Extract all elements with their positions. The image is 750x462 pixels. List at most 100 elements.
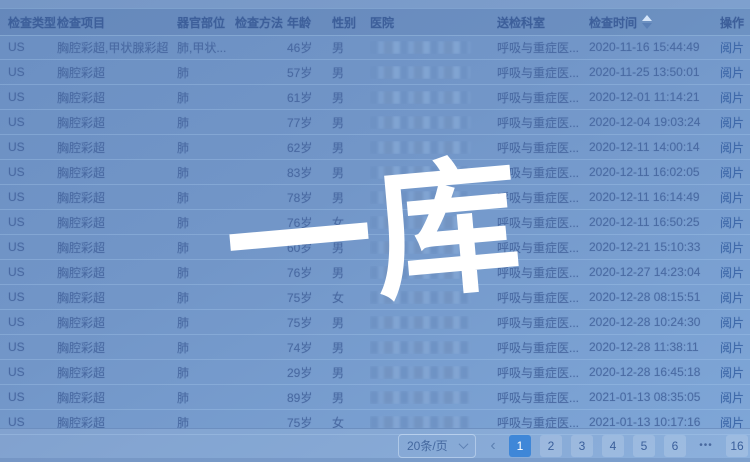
column-header-dept: 送检科室 xyxy=(497,14,589,31)
page-button-1[interactable]: 1 xyxy=(509,435,531,457)
more-pages-button[interactable]: ••• xyxy=(695,435,717,457)
hospital-redacted-blur xyxy=(370,266,470,279)
view-images-link[interactable]: 阅片 xyxy=(720,341,744,355)
page-button-5[interactable]: 5 xyxy=(633,435,655,457)
cell-exam_type: US xyxy=(0,215,57,229)
cell-text: 74岁 xyxy=(287,341,312,355)
cell-organ: 肺 xyxy=(177,239,235,256)
sort-caret-icon[interactable] xyxy=(642,15,652,29)
sort-descending-icon[interactable] xyxy=(642,23,652,29)
cell-text: US xyxy=(8,315,25,329)
column-header-label: 检查项目 xyxy=(57,14,105,31)
cell-text: 呼吸与重症医... xyxy=(497,241,579,255)
cell-dept: 呼吸与重症医... xyxy=(497,114,589,131)
cell-dept: 呼吸与重症医... xyxy=(497,289,589,306)
cell-text: 2020-12-11 16:50:25 xyxy=(589,215,700,229)
cell-exam_type: US xyxy=(0,390,57,404)
cell-text: 89岁 xyxy=(287,391,312,405)
view-images-link[interactable]: 阅片 xyxy=(720,391,744,405)
cell-text: 肺 xyxy=(177,141,189,155)
cell-exam_item: 胸腔彩超 xyxy=(57,389,177,406)
hospital-redacted-blur xyxy=(370,416,470,429)
cell-text: 呼吸与重症医... xyxy=(497,291,579,305)
cell-action: 阅片 xyxy=(720,289,750,306)
cell-gender: 男 xyxy=(332,389,370,406)
view-images-link[interactable]: 阅片 xyxy=(720,366,744,380)
cell-hospital xyxy=(370,66,497,79)
cell-text: 肺 xyxy=(177,291,189,305)
cell-exam_time: 2020-12-28 11:38:11 xyxy=(589,340,720,354)
page-button-6[interactable]: 6 xyxy=(664,435,686,457)
view-images-link[interactable]: 阅片 xyxy=(720,66,744,80)
cell-hospital xyxy=(370,241,497,254)
page-size-select[interactable]: 20条/页 xyxy=(398,434,476,458)
cell-text: 肺 xyxy=(177,91,189,105)
cell-exam_time: 2020-12-28 08:15:51 xyxy=(589,290,720,304)
cell-text: 胸腔彩超 xyxy=(57,341,105,355)
cell-age: 83岁 xyxy=(287,164,332,181)
cell-organ: 肺 xyxy=(177,364,235,381)
cell-organ: 肺 xyxy=(177,214,235,231)
view-images-link[interactable]: 阅片 xyxy=(720,316,744,330)
view-images-link[interactable]: 阅片 xyxy=(720,241,744,255)
cell-text: 肺 xyxy=(177,116,189,130)
cell-text: 2020-12-11 16:02:05 xyxy=(589,165,700,179)
cell-hospital xyxy=(370,341,497,354)
cell-exam_time: 2020-12-01 11:14:21 xyxy=(589,90,720,104)
prev-page-button[interactable]: ‹ xyxy=(486,435,500,457)
cell-text: 胸腔彩超 xyxy=(57,141,105,155)
hospital-redacted-blur xyxy=(370,41,470,54)
cell-gender: 男 xyxy=(332,164,370,181)
cell-exam_time: 2020-11-25 13:50:01 xyxy=(589,65,720,79)
cell-age: 75岁 xyxy=(287,289,332,306)
cell-text: 肺 xyxy=(177,166,189,180)
cell-hospital xyxy=(370,91,497,104)
cell-age: 89岁 xyxy=(287,389,332,406)
hospital-redacted-blur xyxy=(370,241,470,254)
cell-exam_type: US xyxy=(0,115,57,129)
cell-exam_type: US xyxy=(0,265,57,279)
sort-ascending-icon[interactable] xyxy=(642,15,652,21)
view-images-link[interactable]: 阅片 xyxy=(720,216,744,230)
exam-list-page: 检查类型检查项目器官部位检查方法年龄性别医院送检科室检查时间操作 US胸腔彩超,… xyxy=(0,0,750,462)
column-header-exam_time[interactable]: 检查时间 xyxy=(589,14,720,31)
cell-text: 62岁 xyxy=(287,141,312,155)
column-header-label: 器官部位 xyxy=(177,14,225,31)
table-row: US胸腔彩超肺89岁男呼吸与重症医...2021-01-13 08:35:05阅… xyxy=(0,385,750,410)
page-button-4[interactable]: 4 xyxy=(602,435,624,457)
view-images-link[interactable]: 阅片 xyxy=(720,41,744,55)
cell-text: US xyxy=(8,240,25,254)
cell-text: 2020-12-28 16:45:18 xyxy=(589,365,700,379)
column-header-label: 检查类型 xyxy=(8,14,56,31)
view-images-link[interactable]: 阅片 xyxy=(720,291,744,305)
hospital-redacted-blur xyxy=(370,141,470,154)
pager: ‹ 123456 ••• 16 xyxy=(486,435,748,457)
page-button-3[interactable]: 3 xyxy=(571,435,593,457)
cell-dept: 呼吸与重症医... xyxy=(497,89,589,106)
cell-age: 76岁 xyxy=(287,214,332,231)
cell-hospital xyxy=(370,391,497,404)
view-images-link[interactable]: 阅片 xyxy=(720,266,744,280)
cell-organ: 肺 xyxy=(177,64,235,81)
view-images-link[interactable]: 阅片 xyxy=(720,191,744,205)
cell-text: US xyxy=(8,290,25,304)
table-row: US胸腔彩超,甲状腺彩超肺,甲状...46岁男呼吸与重症医...2020-11-… xyxy=(0,35,750,60)
view-images-link[interactable]: 阅片 xyxy=(720,141,744,155)
cell-gender: 男 xyxy=(332,239,370,256)
cell-text: 2020-12-04 19:03:24 xyxy=(589,115,700,129)
cell-text: 呼吸与重症医... xyxy=(497,66,579,80)
page-button-16[interactable]: 16 xyxy=(726,435,748,457)
view-images-link[interactable]: 阅片 xyxy=(720,91,744,105)
cell-text: 46岁 xyxy=(287,41,312,55)
table-row: US胸腔彩超肺83岁男呼吸与重症医...2020-12-11 16:02:05阅… xyxy=(0,160,750,185)
cell-dept: 呼吸与重症医... xyxy=(497,214,589,231)
table-row: US胸腔彩超肺77岁男呼吸与重症医...2020-12-04 19:03:24阅… xyxy=(0,110,750,135)
view-images-link[interactable]: 阅片 xyxy=(720,166,744,180)
view-images-link[interactable]: 阅片 xyxy=(720,116,744,130)
cell-age: 62岁 xyxy=(287,139,332,156)
hospital-redacted-blur xyxy=(370,366,470,379)
cell-text: 呼吸与重症医... xyxy=(497,316,579,330)
cell-age: 46岁 xyxy=(287,39,332,56)
cell-text: 男 xyxy=(332,141,344,155)
page-button-2[interactable]: 2 xyxy=(540,435,562,457)
